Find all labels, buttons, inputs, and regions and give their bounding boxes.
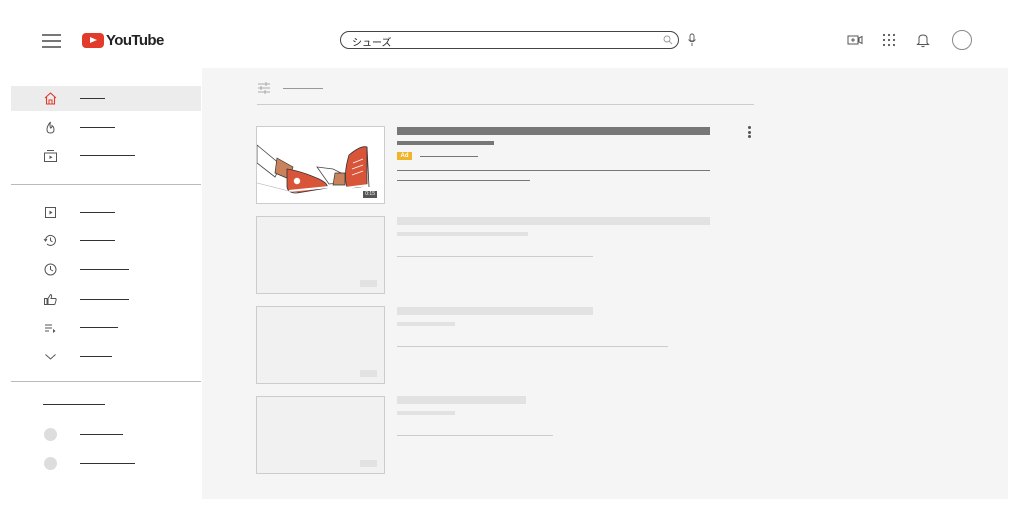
sidebar-item-watch-later[interactable] [11,257,201,282]
video-meta [397,411,455,415]
playlist-icon [45,324,56,333]
filter-icon[interactable] [257,81,271,95]
video-title[interactable] [397,307,593,315]
sidebar-item-label [80,212,115,213]
youtube-logo[interactable]: YouTube [82,31,164,49]
history-icon [43,234,56,246]
home-icon [44,92,57,105]
watch-later-icon [44,263,57,276]
ad-channel[interactable] [397,141,494,145]
video-meta [397,232,528,236]
video-duration [360,460,377,467]
sidebar-item-history[interactable] [11,228,201,253]
channel-avatar[interactable] [44,457,57,470]
sidebar-item-trending[interactable] [11,115,201,140]
ad-description [397,170,710,171]
apps-grid-icon[interactable] [880,31,898,49]
video-description [397,346,668,347]
sidebar-item-subscriptions[interactable] [11,143,201,168]
search-input[interactable]: シューズ [340,31,679,49]
ad-badge: Ad [397,152,412,160]
sidebar-item-label [80,356,112,357]
sidebar-item-label [80,127,115,128]
mic-icon[interactable] [687,33,697,47]
video-thumbnail[interactable] [256,396,385,474]
sidebar-item-label [80,299,129,300]
sidebar-item-home[interactable] [11,86,201,111]
sidebar-item-label [80,155,135,156]
hamburger-menu-icon[interactable] [42,34,61,48]
video-duration [360,370,377,377]
video-title[interactable] [397,396,526,404]
sidebar-item-liked[interactable] [11,287,201,312]
sidebar-item-playlist[interactable] [11,315,201,340]
results-divider [257,104,754,105]
video-meta [397,322,455,326]
subscriptions-icon [44,150,57,162]
search-icon[interactable] [663,35,673,45]
ad-title[interactable] [397,127,710,135]
more-options-icon[interactable] [748,126,752,140]
liked-videos-icon [44,293,57,305]
create-video-icon[interactable] [846,31,864,49]
channel-avatar[interactable] [44,428,57,441]
ad-url[interactable] [420,156,478,157]
sidebar-item-library[interactable] [11,200,201,225]
sidebar-item-label [80,240,115,241]
subscriptions-heading [43,404,105,405]
sidebar-divider [11,381,201,382]
sidebar-item-label [80,98,105,99]
ad-thumbnail[interactable]: 0:15 [256,126,385,204]
youtube-page: YouTube シューズ 0:15 Ad [0,0,1024,519]
logo-text: YouTube [106,31,164,49]
sidebar-item-label [80,327,118,328]
video-duration: 0:15 [363,191,377,198]
play-icon [82,32,104,48]
chevron-down-icon [45,354,56,360]
search-query: シューズ [352,38,392,49]
channel-name[interactable] [80,463,135,464]
video-title[interactable] [397,217,710,225]
sidebar-divider [11,184,201,185]
filters-label[interactable] [283,88,323,89]
video-duration [360,280,377,287]
sidebar-item-label [80,269,129,270]
video-thumbnail[interactable] [256,306,385,384]
trending-icon [46,121,55,134]
video-description [397,435,553,436]
video-thumbnail[interactable] [256,216,385,294]
ad-description [397,180,530,181]
video-description [397,256,593,257]
channel-name[interactable] [80,434,123,435]
avatar[interactable] [952,30,972,50]
search-results: 0:15 Ad [202,68,1008,499]
sidebar-item-show-more[interactable] [11,344,201,369]
library-icon [45,207,56,218]
bell-icon[interactable] [914,31,932,49]
